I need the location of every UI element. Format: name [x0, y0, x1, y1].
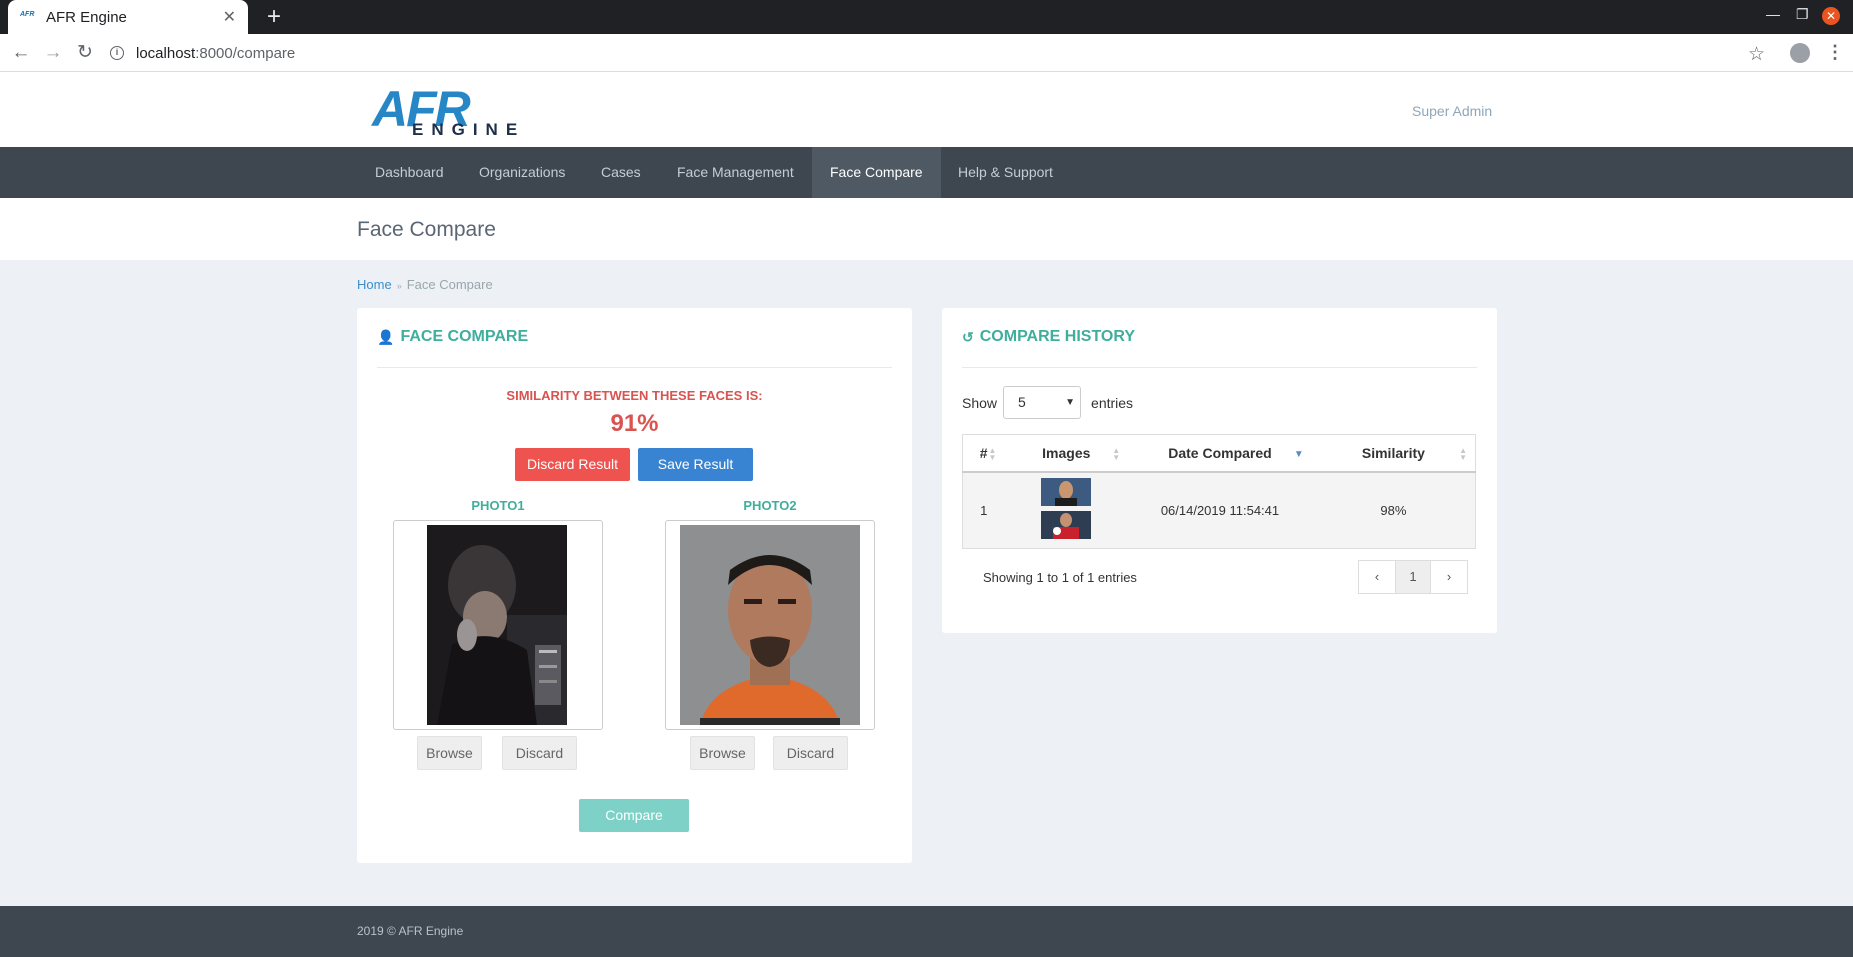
page-size-select[interactable]: 5 ▼ — [1003, 386, 1082, 419]
row-date: 06/14/2019 11:54:41 — [1128, 471, 1312, 549]
breadcrumb: Home » Face Compare — [357, 277, 493, 292]
page-size-value: 5 — [1018, 394, 1026, 410]
app-header: AFR ENGINE Super Admin — [0, 72, 1853, 147]
history-thumb-2[interactable] — [1041, 511, 1092, 540]
user-menu[interactable]: Super Admin — [1412, 103, 1492, 119]
main-nav: Dashboard Organizations Cases Face Manag… — [0, 147, 1853, 198]
face-compare-panel: 👤 FACE COMPARE SIMILARITY BETWEEN THESE … — [357, 308, 912, 863]
similarity-label: SIMILARITY BETWEEN THESE FACES IS: — [506, 388, 763, 403]
compare-button[interactable]: Compare — [579, 799, 689, 832]
sort-desc-icon: ▼ — [1293, 449, 1304, 460]
footer-text: 2019 © AFR Engine — [357, 924, 464, 938]
save-result-button[interactable]: Save Result — [638, 448, 753, 481]
nav-face-compare[interactable]: Face Compare — [812, 147, 941, 198]
photo2-image — [680, 525, 860, 725]
compare-history-panel: ↺ COMPARE HISTORY Show 5 ▼ entries # ▲ ▼ I… — [942, 308, 1497, 633]
browser-tab-title: AFR Engine — [46, 8, 127, 26]
column-date-compared[interactable]: Date Compared ▼ — [1128, 434, 1312, 473]
photo2-discard-button[interactable]: Discard — [773, 736, 848, 770]
table-header-row: # ▲ ▼ Images ▲ ▼ Date Compared ▼ Similarity ▲ ▼ — [962, 434, 1476, 473]
nav-help-support[interactable]: Help & Support — [940, 147, 1071, 198]
face-compare-title: FACE COMPARE — [400, 328, 529, 345]
photo1-discard-button[interactable]: Discard — [502, 736, 577, 770]
photo1-image — [427, 525, 567, 725]
divider — [377, 367, 892, 368]
account-avatar-icon[interactable] — [1790, 43, 1810, 63]
compare-history-title: COMPARE HISTORY — [979, 328, 1136, 345]
discard-result-button[interactable]: Discard Result — [515, 448, 630, 481]
photo2-frame — [665, 520, 875, 730]
user-times-icon: 👤 — [377, 328, 395, 345]
afr-favicon-icon: AFR — [20, 11, 35, 18]
breadcrumb-home[interactable]: Home — [357, 277, 392, 292]
breadcrumb-separator-icon: » — [396, 281, 402, 291]
browser-tabstrip: AFR AFR Engine ✕ + — ❐ ✕ — [0, 0, 1853, 34]
window-close-icon[interactable]: ✕ — [1822, 7, 1840, 25]
divider — [962, 367, 1477, 368]
new-tab-icon[interactable]: + — [260, 3, 288, 31]
table-row[interactable]: 1 06/14/2019 11:54:41 98% — [962, 471, 1476, 549]
row-images — [1004, 471, 1129, 549]
footer: 2019 © AFR Engine — [0, 906, 1853, 957]
column-images[interactable]: Images ▲ ▼ — [1004, 434, 1129, 473]
compare-history-heading: ↺ COMPARE HISTORY — [962, 328, 1135, 346]
similarity-value: 91% — [610, 410, 659, 437]
nav-face-management[interactable]: Face Management — [659, 147, 812, 198]
breadcrumb-current: Face Compare — [406, 277, 493, 292]
entries-label: entries — [1091, 394, 1134, 411]
minimize-icon[interactable]: — — [1766, 6, 1780, 22]
nav-cases[interactable]: Cases — [583, 147, 659, 198]
next-page-button[interactable]: › — [1430, 560, 1468, 594]
browser-toolbar: ← → ↻ i localhost:8000/compare ☆ ⋮ — [0, 34, 1853, 72]
photo1-frame — [393, 520, 603, 730]
url-host: localhost — [136, 44, 196, 62]
url-path: :8000/compare — [195, 44, 296, 62]
photo2-browse-button[interactable]: Browse — [690, 736, 755, 770]
face-compare-heading: 👤 FACE COMPARE — [377, 328, 528, 346]
forward-icon[interactable]: → — [40, 40, 66, 66]
address-bar[interactable]: i localhost:8000/compare — [110, 39, 295, 67]
bookmark-star-icon[interactable]: ☆ — [1748, 43, 1765, 66]
photo1-label: PHOTO1 — [471, 498, 525, 513]
page-1-button[interactable]: 1 — [1395, 560, 1431, 594]
photo1-browse-button[interactable]: Browse — [417, 736, 482, 770]
page-title: Face Compare — [357, 218, 496, 241]
column-index[interactable]: # ▲ ▼ — [962, 434, 1005, 473]
browser-tab[interactable]: AFR AFR Engine ✕ — [8, 0, 248, 34]
sort-icon: ▲ ▼ — [1112, 446, 1121, 462]
afr-engine-logo[interactable]: AFR ENGINE — [372, 81, 526, 139]
nav-organizations[interactable]: Organizations — [461, 147, 583, 198]
history-thumb-1[interactable] — [1041, 478, 1092, 507]
sort-icon: ▲ ▼ — [1459, 446, 1467, 462]
restore-icon[interactable]: ❐ — [1796, 6, 1809, 23]
page-size-control: Show 5 ▼ entries — [962, 386, 1133, 419]
show-label: Show — [962, 394, 998, 411]
nav-dashboard[interactable]: Dashboard — [357, 147, 462, 198]
title-bar: Face Compare — [0, 198, 1853, 260]
logo-engine: ENGINE — [412, 120, 526, 139]
photo2-label: PHOTO2 — [743, 498, 797, 513]
history-table: # ▲ ▼ Images ▲ ▼ Date Compared ▼ Similarity ▲ ▼… — [962, 434, 1476, 549]
back-icon[interactable]: ← — [8, 40, 34, 66]
close-tab-icon[interactable]: ✕ — [223, 7, 236, 27]
reload-icon[interactable]: ↻ — [72, 40, 98, 66]
column-similarity[interactable]: Similarity ▲ ▼ — [1311, 434, 1476, 473]
row-index: 1 — [962, 471, 1005, 549]
chevron-down-icon: ▼ — [1065, 397, 1076, 408]
browser-menu-icon[interactable]: ⋮ — [1826, 42, 1844, 63]
pagination: ‹ 1 › — [1358, 560, 1468, 594]
row-similarity: 98% — [1311, 471, 1476, 549]
history-icon: ↺ — [962, 328, 974, 345]
prev-page-button[interactable]: ‹ — [1358, 560, 1396, 594]
site-info-icon[interactable]: i — [110, 46, 124, 60]
sort-icon: ▲ ▼ — [988, 446, 997, 462]
showing-info: Showing 1 to 1 of 1 entries — [983, 570, 1137, 585]
